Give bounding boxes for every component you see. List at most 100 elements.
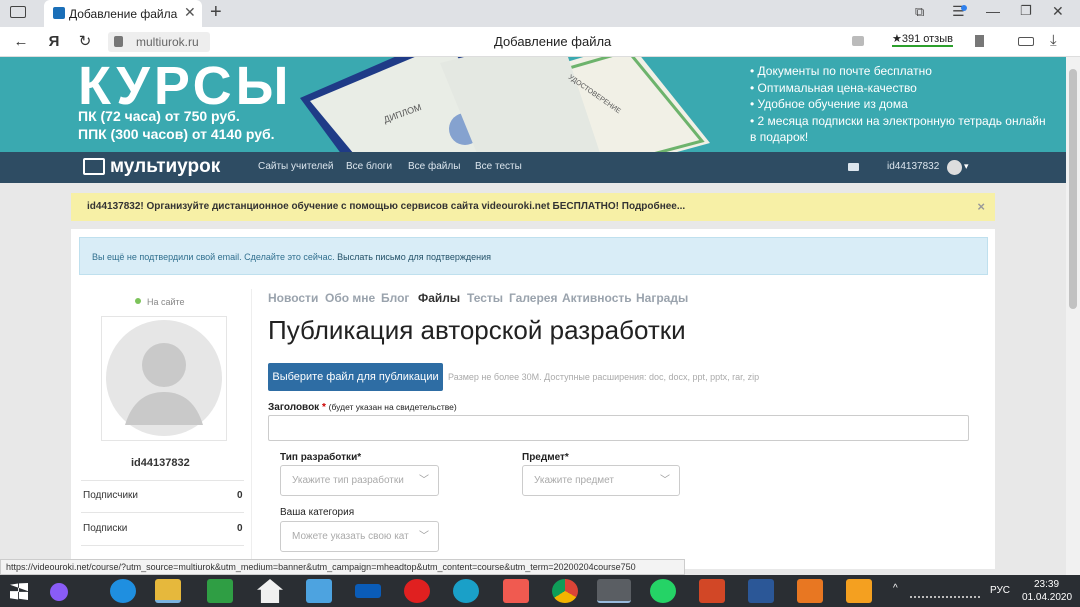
subject-select[interactable]: Укажите предмет ﹀ — [522, 465, 680, 496]
tab-blog[interactable]: Блог — [381, 291, 409, 305]
banner-line1: ПК (72 часа) от 750 руб. — [78, 108, 240, 124]
chevron-down-icon[interactable]: ▾ — [964, 161, 969, 172]
nav-all-blogs[interactable]: Все блоги — [346, 161, 392, 172]
download-icon[interactable]: ⤓ — [1050, 32, 1057, 49]
stats-divider — [81, 480, 244, 481]
courses-banner[interactable]: КУРСЫ ПК (72 часа) от 750 руб. ППК (300 … — [0, 57, 1066, 152]
comment-icon[interactable] — [852, 36, 864, 46]
yandex-icon[interactable]: Я — [43, 27, 65, 57]
header-username[interactable]: id44137832 — [887, 161, 939, 172]
store-icon[interactable] — [207, 579, 233, 603]
browser-tab-bar: Добавление файла ✕ + ⧉ ☰ — ❐ ✕ — [0, 0, 1080, 27]
bookmark-icon[interactable] — [975, 35, 984, 47]
yandex-active-icon[interactable] — [597, 579, 631, 603]
yandex-browser-icon[interactable] — [503, 579, 529, 603]
browser-nav-bar: ← Я ↻ multiurok.ru Добавление файла ★391… — [0, 27, 1080, 57]
subscriptions-label[interactable]: Подписки — [83, 523, 127, 534]
tab-tests[interactable]: Тесты — [467, 291, 503, 305]
address-text: multiurok.ru — [136, 35, 199, 49]
collections-icon[interactable]: ⧉ — [915, 4, 924, 20]
scroll-thumb[interactable] — [1069, 69, 1077, 309]
sidebar-toggle-icon[interactable] — [10, 6, 26, 18]
mail-icon[interactable] — [848, 163, 859, 171]
close-notice-icon[interactable]: × — [977, 193, 985, 221]
office-icon[interactable] — [797, 579, 823, 603]
resend-email-link[interactable]: Выслать письмо для подтверждения — [337, 252, 491, 262]
ie-icon[interactable] — [110, 579, 136, 603]
profile-username: id44137832 — [131, 457, 190, 469]
book-logo-icon[interactable] — [83, 158, 105, 175]
language-indicator[interactable]: РУС — [990, 585, 1010, 596]
start-icon[interactable] — [10, 583, 28, 600]
tray-icons[interactable] — [910, 584, 980, 598]
banner-line2: ППК (300 часов) от 4140 руб. — [78, 126, 275, 142]
reviews-badge[interactable]: ★391 отзыв — [892, 32, 953, 47]
browser-tab[interactable]: Добавление файла ✕ — [44, 0, 202, 27]
tab-news[interactable]: Новости — [268, 291, 318, 305]
banner-bullets: • Документы по почте бесплатно • Оптимал… — [750, 63, 1050, 146]
header-input[interactable] — [268, 415, 969, 441]
close-window-icon[interactable]: ✕ — [1052, 3, 1064, 20]
nav-all-tests[interactable]: Все тесты — [475, 161, 522, 172]
whatsapp-icon[interactable] — [650, 579, 676, 603]
upload-hint: Размер не более 30М. Доступные расширени… — [448, 372, 760, 382]
address-bar[interactable]: multiurok.ru — [108, 32, 210, 52]
word-icon[interactable] — [748, 579, 774, 603]
chevron-down-icon: ﹀ — [419, 531, 429, 542]
category-label: Ваша категория — [280, 507, 355, 518]
reload-icon[interactable]: ↻ — [74, 27, 96, 57]
home-icon[interactable] — [257, 579, 283, 603]
video-app-icon[interactable] — [846, 579, 872, 603]
chrome-icon[interactable] — [552, 579, 578, 603]
email-alert: Вы ещё не подтвердили свой email. Сделай… — [79, 237, 988, 275]
diploma-image: ДИПЛОМ УДОСТОВЕРЕНИЕ — [300, 57, 710, 152]
tab-activity[interactable]: Активность — [562, 291, 632, 305]
banner-bullet: • 2 месяца подписки на электронную тетра… — [750, 113, 1046, 145]
tray-chevron-icon[interactable]: ^ — [893, 583, 898, 594]
new-tab-icon[interactable]: + — [210, 1, 222, 24]
user-silhouette-icon — [106, 320, 222, 436]
type-label: Тип разработки* — [280, 452, 362, 463]
notice-text[interactable]: id44137832! Организуйте дистанционное об… — [87, 201, 685, 212]
stats-divider — [81, 512, 244, 513]
maximize-icon[interactable]: ❐ — [1020, 3, 1032, 19]
lenovo-icon[interactable] — [355, 584, 381, 598]
close-tab-icon[interactable]: ✕ — [184, 4, 196, 21]
tab-about[interactable]: Обо мне — [325, 291, 375, 305]
tab-awards[interactable]: Награды — [636, 291, 688, 305]
upload-file-button[interactable]: Выберите файл для публикации — [268, 363, 443, 391]
powerpoint-icon[interactable] — [699, 579, 725, 603]
alice-assistant-icon[interactable] — [50, 583, 68, 601]
clock-date[interactable]: 01.04.2020 — [1022, 592, 1072, 603]
subscriptions-value: 0 — [237, 523, 243, 534]
banner-bullet: • Документы по почте бесплатно — [750, 64, 932, 78]
nav-all-files[interactable]: Все файлы — [408, 161, 460, 172]
page-scrollbar[interactable] — [1066, 57, 1080, 575]
yandex-red-icon[interactable] — [404, 579, 430, 603]
main-card: Вы ещё не подтвердили свой email. Сделай… — [71, 229, 995, 569]
avatar[interactable] — [947, 160, 962, 175]
chevron-down-icon: ﹀ — [419, 475, 429, 486]
tab-gallery[interactable]: Галерея — [509, 291, 557, 305]
windows-taskbar: ^ РУС 23:39 01.04.2020 — [0, 575, 1080, 607]
file-explorer-icon[interactable] — [155, 579, 181, 603]
banner-bullet: • Удобное обучение из дома — [750, 97, 908, 111]
back-icon[interactable]: ← — [10, 27, 32, 57]
category-select[interactable]: Можете указать свою кат ﹀ — [280, 521, 439, 552]
site-header: мультиурок Сайты учителей Все блоги Все … — [0, 152, 1066, 183]
minimize-icon[interactable]: — — [986, 3, 1000, 19]
promo-notice[interactable]: id44137832! Организуйте дистанционное об… — [71, 193, 995, 221]
type-select[interactable]: Укажите тип разработки ﹀ — [280, 465, 439, 496]
header-label: Заголовок * (будет указан на свидетельст… — [268, 402, 457, 413]
column-divider — [251, 289, 252, 569]
mail-app-icon[interactable] — [306, 579, 332, 603]
profile-photo — [101, 316, 227, 441]
tab-files[interactable]: Файлы — [418, 291, 460, 305]
nav-teacher-sites[interactable]: Сайты учителей — [258, 161, 334, 172]
favicon-icon — [53, 7, 65, 19]
edge-icon[interactable] — [453, 579, 479, 603]
site-logo[interactable]: мультиурок — [110, 156, 220, 178]
clock-time[interactable]: 23:39 — [1034, 579, 1059, 590]
banner-bullet: • Оптимальная цена-качество — [750, 80, 917, 95]
subscribers-label[interactable]: Подписчики — [83, 490, 138, 501]
